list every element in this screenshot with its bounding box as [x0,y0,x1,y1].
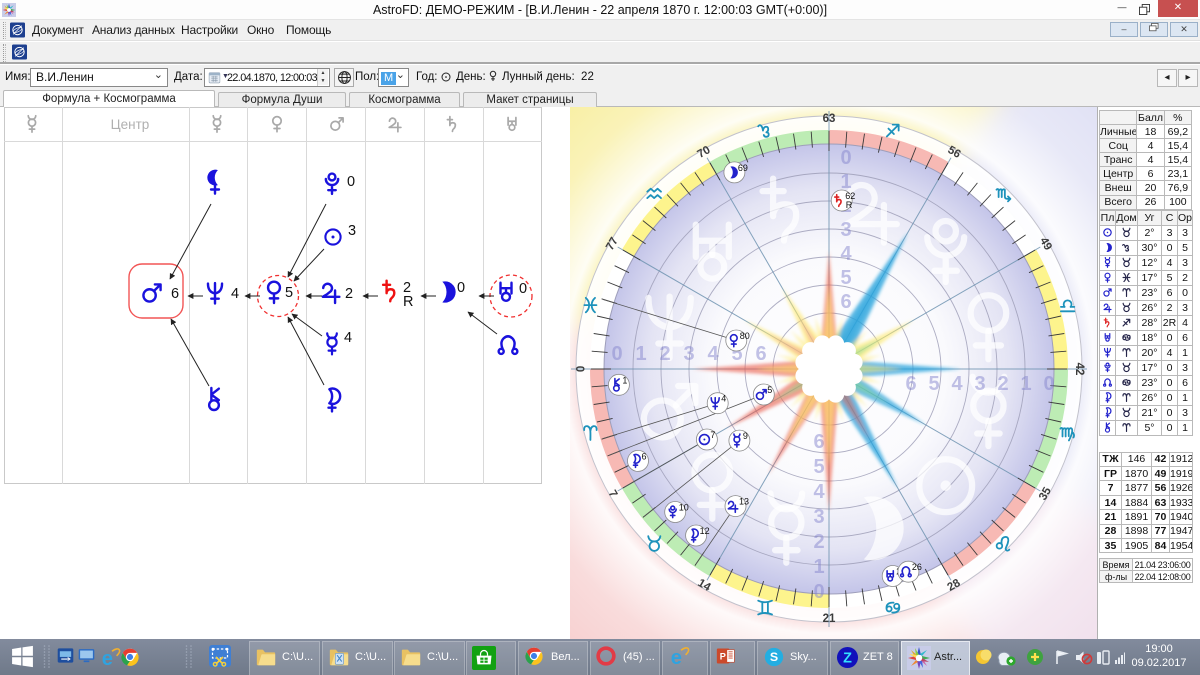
svg-text:12: 12 [700,526,710,536]
svg-text:2: 2 [813,531,824,553]
svg-text:5: 5 [285,285,293,301]
svg-text:0: 0 [611,343,622,365]
svg-text:6: 6 [905,373,916,395]
svg-text:3: 3 [974,373,985,395]
svg-text:63: 63 [823,113,836,125]
svg-text:42: 42 [1073,363,1085,376]
svg-text:6: 6 [813,431,824,453]
svg-text:6: 6 [755,343,766,365]
svg-text:1: 1 [622,375,627,385]
svg-text:4: 4 [951,373,963,395]
svg-text:4: 4 [231,286,239,302]
svg-text:2: 2 [659,343,670,365]
svg-text:R: R [846,200,853,210]
svg-text:10: 10 [679,503,689,513]
svg-text:4: 4 [840,243,852,265]
svg-text:6: 6 [840,291,851,313]
svg-text:P: P [720,652,726,662]
svg-text:2: 2 [345,286,353,302]
svg-text:1: 1 [1020,373,1031,395]
svg-text:Центр: Центр [111,117,150,132]
svg-text:0: 0 [840,147,851,169]
svg-text:5: 5 [840,267,851,289]
svg-text:2: 2 [997,373,1008,395]
svg-text:80: 80 [740,331,750,341]
svg-text:0: 0 [519,281,527,297]
svg-text:7: 7 [710,430,715,440]
svg-text:13: 13 [739,497,749,507]
svg-text:e: e [671,647,682,668]
svg-text:4: 4 [813,481,825,503]
svg-text:Z: Z [843,651,852,667]
svg-text:5: 5 [928,373,939,395]
svg-text:69: 69 [738,163,748,173]
svg-text:4: 4 [344,330,352,346]
svg-text:5: 5 [813,456,824,478]
svg-text:4: 4 [707,343,719,365]
svg-text:3: 3 [840,219,851,241]
svg-text:5: 5 [767,385,772,395]
svg-text:3: 3 [348,223,356,239]
svg-text:6: 6 [642,451,647,461]
svg-text:3: 3 [813,506,824,528]
svg-text:6: 6 [171,286,179,302]
svg-text:0: 0 [1043,373,1054,395]
svg-text:0: 0 [457,280,465,296]
svg-text:0: 0 [813,581,824,603]
svg-text:0: 0 [573,366,585,372]
svg-text:9: 9 [743,431,748,441]
svg-text:1: 1 [635,343,646,365]
svg-text:e: e [102,648,113,669]
svg-text:4: 4 [721,394,726,404]
svg-text:0: 0 [347,174,355,190]
svg-text:26: 26 [912,562,922,572]
svg-text:21: 21 [823,613,836,625]
svg-text:R: R [403,294,413,310]
svg-text:1: 1 [813,556,824,578]
svg-text:3: 3 [683,343,694,365]
svg-text:S: S [770,650,778,664]
